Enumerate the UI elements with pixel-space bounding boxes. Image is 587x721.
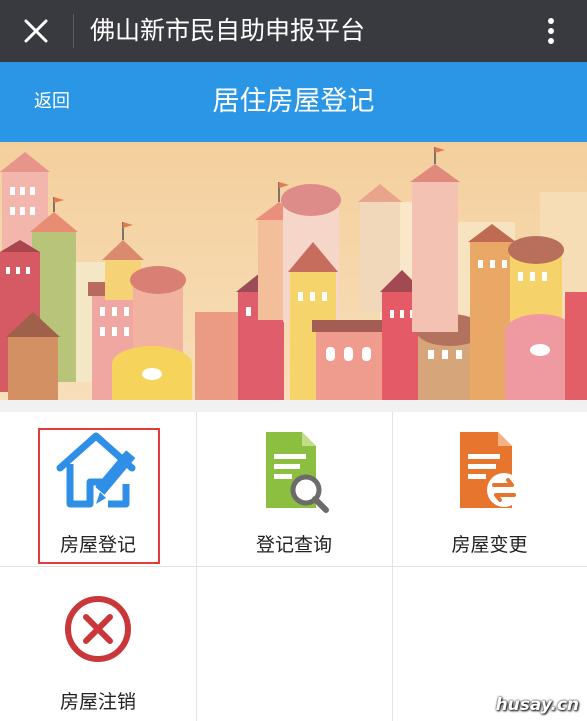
top-bar-divider xyxy=(73,14,74,48)
page-header: 返回 居住房屋登记 xyxy=(0,62,587,142)
document-search-icon xyxy=(266,432,329,513)
menu-item-house-cancel[interactable]: 房屋注销 xyxy=(0,567,196,721)
menu-item-register-query[interactable]: 登记查询 xyxy=(196,412,392,566)
more-vertical-icon[interactable] xyxy=(533,13,569,49)
close-icon[interactable] xyxy=(18,13,54,49)
empty-grid-cell xyxy=(196,567,392,721)
watermark: husay.cn xyxy=(495,695,579,715)
page-title: 居住房屋登记 xyxy=(212,86,375,117)
wechat-top-bar: 佛山新市民自助申报平台 xyxy=(0,0,587,62)
menu-item-house-change[interactable]: 房屋变更 xyxy=(392,412,587,566)
menu-item-label: 登记查询 xyxy=(255,534,332,556)
document-swap-icon xyxy=(459,432,521,508)
menu-item-label: 房屋变更 xyxy=(451,534,528,556)
town-banner xyxy=(0,142,587,400)
menu-item-label: 房屋注销 xyxy=(59,691,136,713)
cancel-circle-icon xyxy=(65,596,131,662)
selection-highlight xyxy=(38,428,160,564)
app-title: 佛山新市民自助申报平台 xyxy=(90,16,366,45)
section-gap xyxy=(0,400,587,412)
